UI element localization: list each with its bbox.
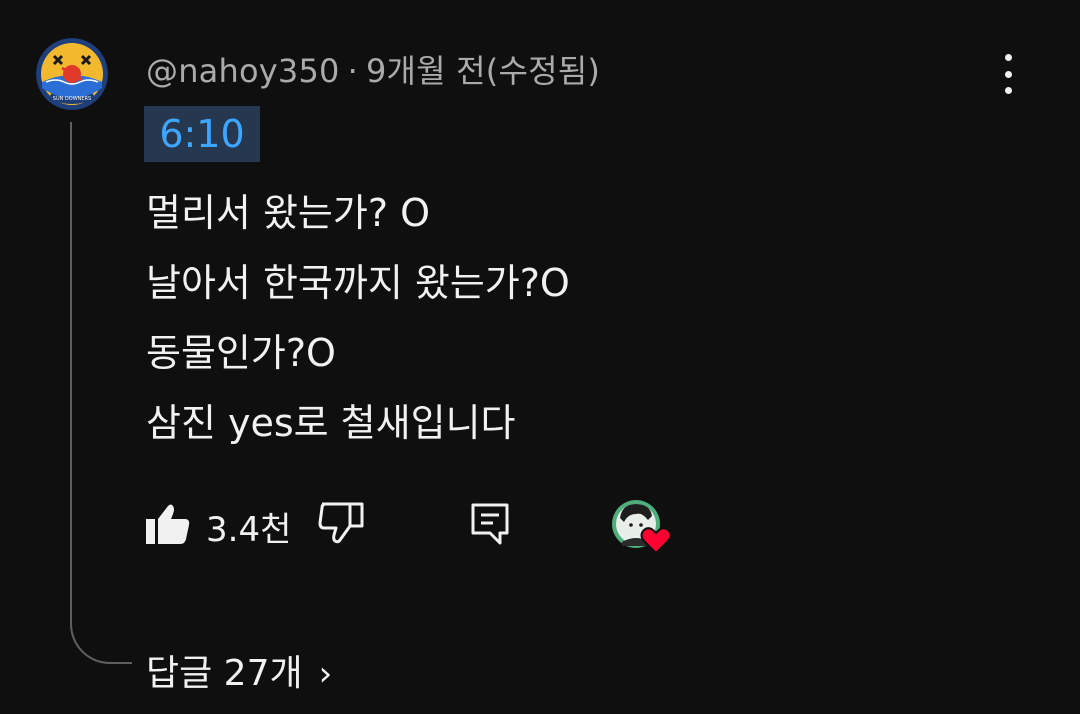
creator-heart-icon (612, 500, 672, 555)
more-vertical-icon-dot-2 (1004, 70, 1012, 78)
creator-heart-badge[interactable] (612, 498, 676, 556)
more-actions-button[interactable] (990, 54, 1026, 94)
comment-time: 9개월 전(수정됨) (365, 52, 601, 90)
avatar-patch-text: SUN DOWNERS (53, 96, 91, 102)
comment-body: 멀리서 왔는가? O 날아서 한국까지 왔는가?O 동물인가?O 삼진 yes로… (146, 178, 570, 458)
comment-line: 날아서 한국까지 왔는가?O (146, 261, 570, 305)
timestamp-link[interactable]: 6:10 (144, 106, 260, 162)
chevron-right-icon: › (318, 654, 333, 694)
sundowners-patch-icon: SUN DOWNERS (36, 38, 108, 110)
comment-line: 동물인가?O (146, 331, 336, 375)
like-count: 3.4천 (206, 510, 292, 550)
like-button[interactable] (146, 504, 190, 544)
view-replies-link[interactable]: 답글 27개 › (146, 644, 332, 696)
thumbs-down-outline-icon (318, 502, 364, 544)
author-avatar[interactable]: SUN DOWNERS (36, 38, 108, 110)
dislike-button[interactable] (318, 502, 364, 544)
reply-button[interactable] (470, 502, 510, 546)
author-handle[interactable]: @nahoy350 (146, 52, 340, 90)
replies-count-label: 답글 27개 (146, 653, 303, 694)
comment-header: @nahoy350 · 9개월 전(수정됨) (146, 46, 600, 92)
thumbs-up-filled-icon (146, 504, 190, 544)
meta-separator: · (347, 52, 358, 90)
more-vertical-icon (1004, 54, 1012, 61)
comment-thread: SUN DOWNERS @nahoy350 · 9개월 전(수정됨) 6:10 멀리… (0, 0, 1080, 714)
more-vertical-icon-dot-3 (1004, 87, 1012, 94)
thread-connector-line (70, 122, 132, 664)
comment-reply-icon (471, 503, 509, 545)
comment-line: 멀리서 왔는가? O (146, 191, 430, 235)
comment-line: 삼진 yes로 철새입니다 (146, 401, 516, 445)
